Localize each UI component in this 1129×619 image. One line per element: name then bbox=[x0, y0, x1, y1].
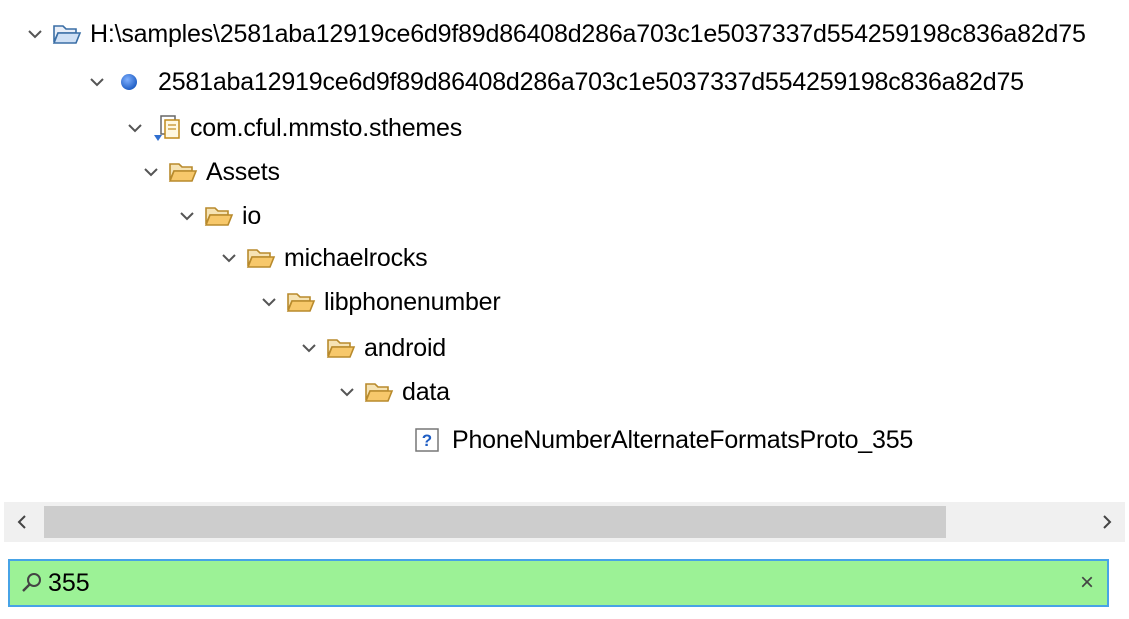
tree-item-label: michaelrocks bbox=[284, 243, 428, 272]
search-icon bbox=[16, 563, 48, 603]
chevron-down-icon[interactable] bbox=[124, 117, 146, 139]
scroll-right-button[interactable] bbox=[1089, 502, 1125, 542]
tree-item-label: data bbox=[402, 377, 450, 406]
tree-item-package[interactable]: com.cful.mmsto.sthemes bbox=[124, 106, 462, 150]
tree-item-label: libphonenumber bbox=[324, 287, 501, 316]
chevron-down-icon[interactable] bbox=[298, 337, 320, 359]
open-folder-icon bbox=[52, 22, 82, 46]
chevron-down-icon[interactable] bbox=[218, 247, 240, 269]
tree-item-root-folder[interactable]: H:\samples\2581aba12919ce6d9f89d86408d28… bbox=[24, 12, 1086, 56]
scrollbar-thumb[interactable] bbox=[44, 506, 946, 538]
tree-item-label: 2581aba12919ce6d9f89d86408d286a703c1e503… bbox=[158, 67, 1024, 96]
tree-item-libphonenumber[interactable]: libphonenumber bbox=[258, 280, 501, 324]
scroll-left-button[interactable] bbox=[4, 502, 40, 542]
tree-item-proto-file[interactable]: ? PhoneNumberAlternateFormatsProto_355 bbox=[414, 418, 913, 462]
chevron-down-icon[interactable] bbox=[336, 381, 358, 403]
tree-item-label: io bbox=[242, 201, 262, 230]
open-folder-icon bbox=[168, 160, 198, 184]
unknown-file-icon: ? bbox=[414, 427, 440, 453]
tree-item-label: H:\samples\2581aba12919ce6d9f89d86408d28… bbox=[90, 19, 1086, 48]
tree-item-label: Assets bbox=[206, 157, 280, 186]
tree-item-michaelrocks[interactable]: michaelrocks bbox=[218, 236, 428, 280]
tree-item-label: com.cful.mmsto.sthemes bbox=[190, 113, 463, 142]
open-folder-icon bbox=[286, 290, 316, 314]
open-folder-icon bbox=[326, 336, 356, 360]
chevron-down-icon[interactable] bbox=[258, 291, 280, 313]
tree-item-label: PhoneNumberAlternateFormatsProto_355 bbox=[452, 425, 914, 454]
svg-text:?: ? bbox=[422, 431, 432, 450]
filter-input[interactable] bbox=[48, 568, 1067, 598]
chevron-down-icon[interactable] bbox=[86, 71, 108, 93]
tree-item-io[interactable]: io bbox=[176, 194, 261, 238]
tree-item-hash[interactable]: 2581aba12919ce6d9f89d86408d286a703c1e503… bbox=[86, 60, 1024, 104]
open-folder-icon bbox=[364, 380, 394, 404]
open-folder-icon bbox=[246, 246, 276, 270]
tree-item-android[interactable]: android bbox=[298, 326, 446, 370]
chevron-down-icon[interactable] bbox=[140, 161, 162, 183]
tree-item-assets[interactable]: Assets bbox=[140, 150, 280, 194]
blue-dot-icon bbox=[114, 72, 144, 92]
filter-box: × bbox=[8, 559, 1109, 607]
open-folder-icon bbox=[204, 204, 234, 228]
chevron-down-icon[interactable] bbox=[24, 23, 46, 45]
package-icon bbox=[152, 113, 182, 143]
horizontal-scrollbar[interactable] bbox=[4, 502, 1125, 542]
tree-view: H:\samples\2581aba12919ce6d9f89d86408d28… bbox=[0, 0, 1129, 490]
tree-item-label: android bbox=[364, 333, 446, 362]
chevron-down-icon[interactable] bbox=[176, 205, 198, 227]
clear-filter-button[interactable]: × bbox=[1067, 563, 1107, 603]
tree-item-data[interactable]: data bbox=[336, 370, 450, 414]
